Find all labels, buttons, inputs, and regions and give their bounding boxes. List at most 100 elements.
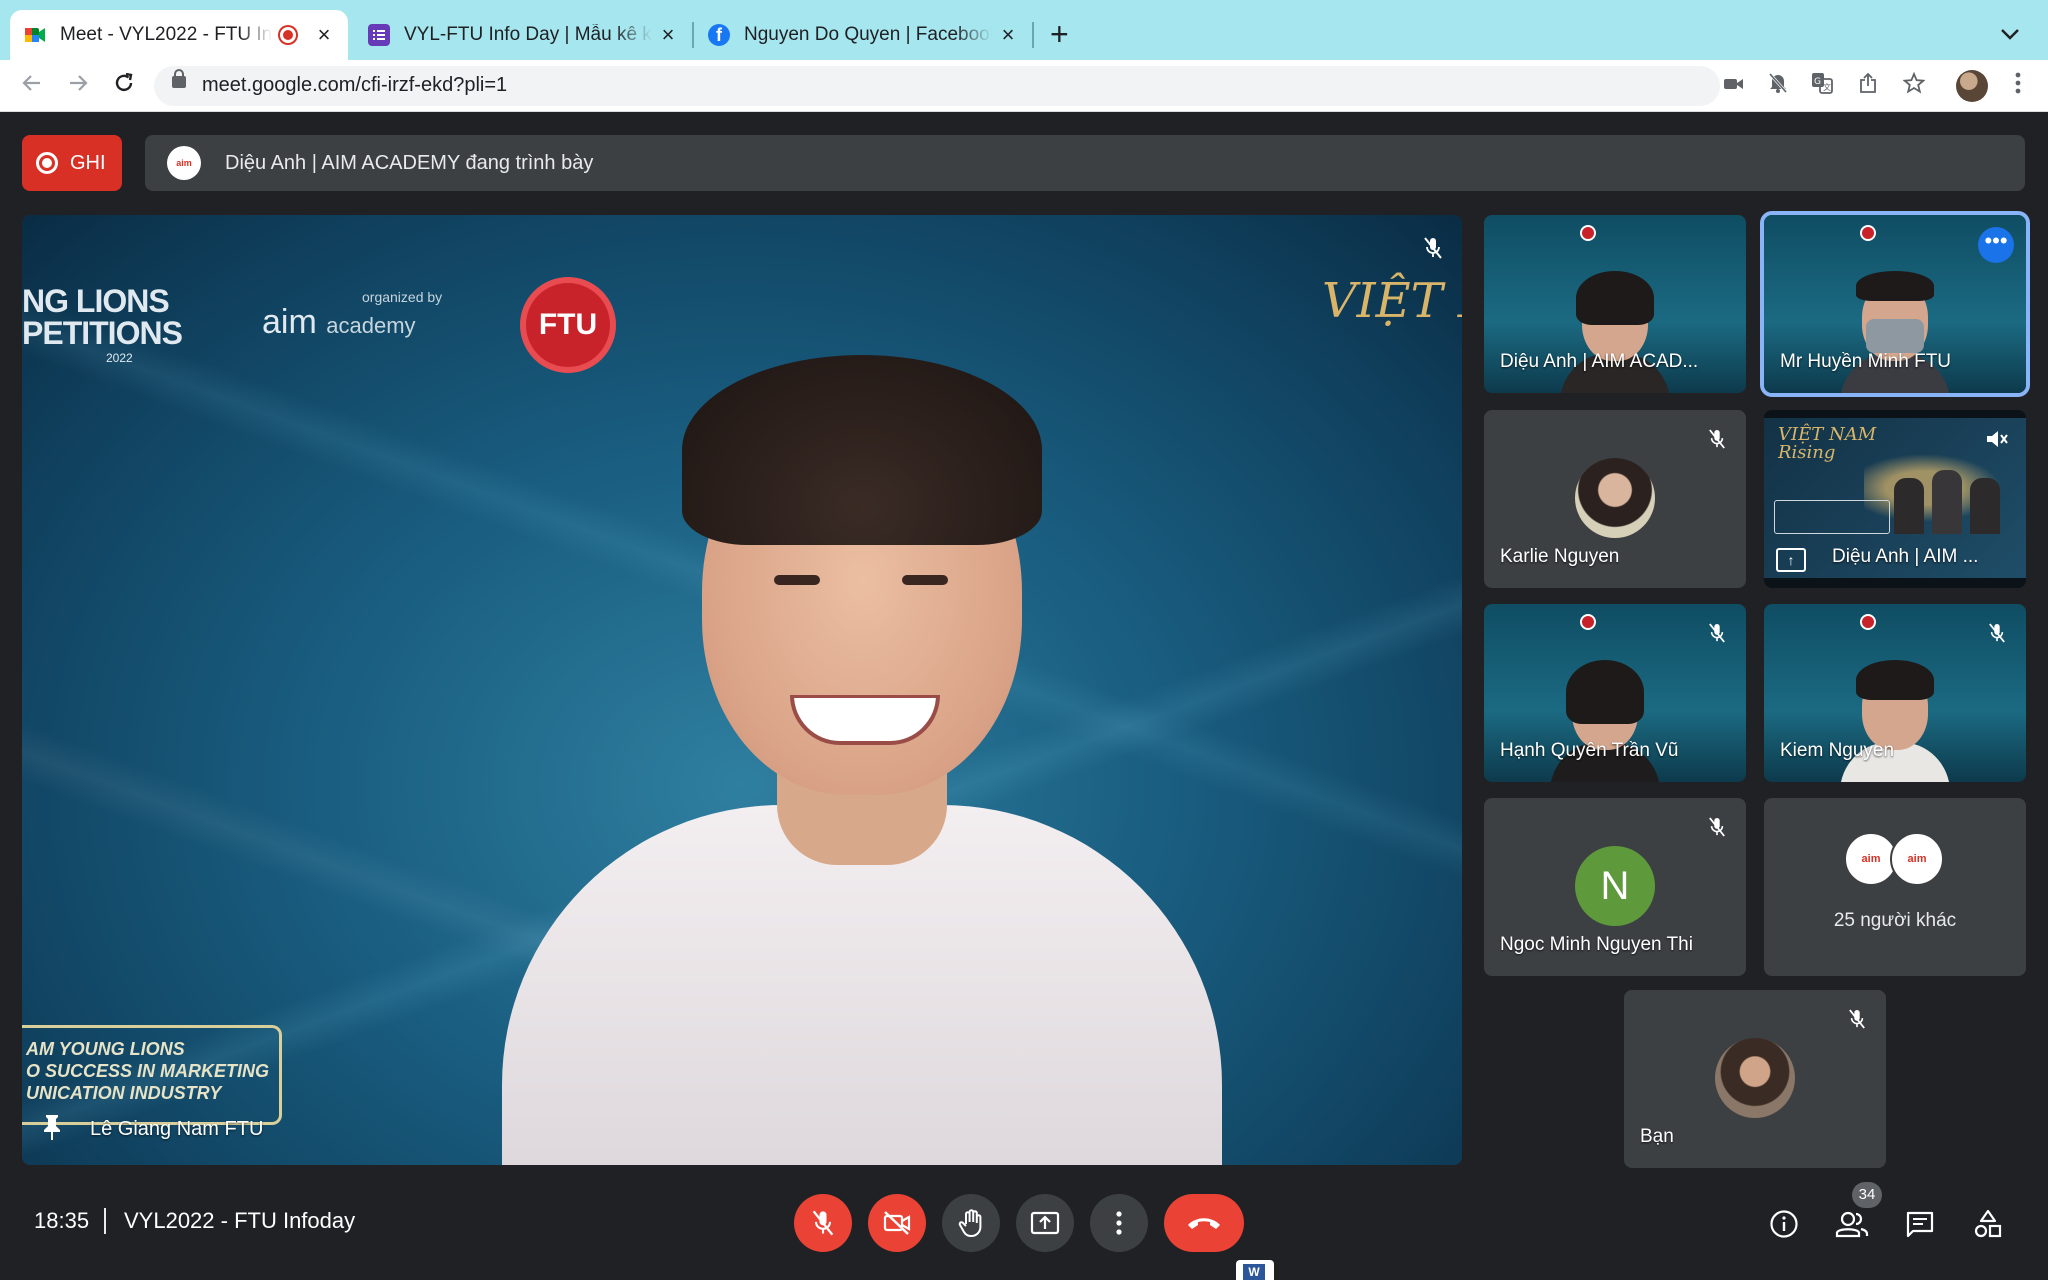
- mic-off-icon: [1702, 812, 1732, 842]
- lock-icon: [172, 69, 186, 88]
- info-icon: [1770, 1210, 1798, 1238]
- bg-aim-text: aim: [262, 303, 317, 341]
- close-tab-icon[interactable]: ×: [998, 22, 1018, 48]
- forward-button[interactable]: [62, 70, 94, 102]
- mic-off-icon: [1702, 618, 1732, 648]
- more-options-button[interactable]: [1090, 1194, 1148, 1252]
- participant-tile-mr-huyen-minh[interactable]: ••• Mr Huyền Minh FTU: [1764, 215, 2026, 393]
- more-vert-icon: [1116, 1211, 1122, 1235]
- participant-name: Ngoc Minh Nguyen Thi: [1500, 934, 1693, 955]
- bookmark-star-icon[interactable]: [1900, 71, 1928, 100]
- chat-button[interactable]: [1900, 1204, 1940, 1244]
- record-icon: [36, 152, 58, 174]
- speaker-photo: [1970, 478, 2000, 534]
- main-speaker-tile[interactable]: NG LIONS PETITIONS 2022 organized by aim…: [22, 215, 1462, 1165]
- divider: [104, 1208, 106, 1234]
- volume-off-icon: [1982, 424, 2012, 454]
- speaker-video-person: [502, 325, 1222, 1165]
- presenting-banner[interactable]: aim Diệu Anh | AIM ACADEMY đang trình bà…: [145, 135, 2025, 191]
- participant-tile-kiem-nguyen[interactable]: Kiem Nguyen: [1764, 604, 2026, 782]
- tab-facebook[interactable]: f Nguyen Do Quyen | Facebook ×: [694, 10, 1032, 60]
- screen-share-icon: ↑: [1776, 548, 1806, 572]
- hair: [1856, 660, 1934, 700]
- mic-off-icon: [1842, 1004, 1872, 1034]
- ftu-seal-logo: [1860, 614, 1876, 630]
- browser-menu-icon[interactable]: [2004, 72, 2032, 100]
- tile-background-strip: [1484, 215, 1746, 241]
- ftu-seal-logo: [1580, 225, 1596, 241]
- hair: [1576, 271, 1654, 325]
- activities-button[interactable]: [1968, 1204, 2008, 1244]
- present-screen-button[interactable]: [1016, 1194, 1074, 1252]
- browser-tab-strip: Meet - VYL2022 - FTU Infoday × VYL-FTU I…: [0, 0, 2048, 60]
- hand-icon: [958, 1209, 982, 1238]
- pin-icon[interactable]: [40, 1113, 64, 1141]
- tab-search-icon[interactable]: [2000, 20, 2020, 46]
- close-tab-icon[interactable]: ×: [658, 22, 678, 48]
- participant-name: Karlie Nguyen: [1500, 546, 1620, 567]
- people-icon: [1835, 1211, 1869, 1238]
- participant-tile-dieu-anh[interactable]: Diệu Anh | AIM ACAD...: [1484, 215, 1746, 393]
- main-speaker-name: Lê Giang Nam FTU: [90, 1118, 264, 1140]
- notifications-blocked-icon[interactable]: [1764, 72, 1792, 100]
- reload-button[interactable]: [108, 70, 140, 102]
- speaker-photo: [1932, 470, 1962, 534]
- new-tab-button[interactable]: +: [1050, 18, 1069, 50]
- meeting-details-button[interactable]: [1764, 1204, 1804, 1244]
- bg-young-lions-banner: AM YOUNG LIONS O SUCCESS IN MARKETING UN…: [22, 1025, 282, 1125]
- address-bar[interactable]: meet.google.com/cfi-irzf-ekd?pli=1 G文: [154, 66, 1926, 106]
- participant-initial-avatar: N: [1575, 846, 1655, 926]
- others-count-label: 25 người khác: [1833, 910, 1957, 931]
- hair: [1856, 271, 1934, 301]
- tab-separator: [1032, 22, 1034, 48]
- speaker-photo: [1894, 478, 1924, 534]
- ftu-seal-logo: [1580, 614, 1596, 630]
- participant-name: Bạn: [1640, 1126, 1674, 1147]
- share-page-icon[interactable]: [1854, 72, 1882, 100]
- tab-meet[interactable]: Meet - VYL2022 - FTU Infoday ×: [10, 10, 348, 60]
- facebook-icon: f: [708, 24, 730, 46]
- recording-badge[interactable]: GHI: [22, 135, 122, 191]
- people-count-badge: 34: [1852, 1182, 1882, 1208]
- back-button[interactable]: [16, 70, 48, 102]
- bg-aim-logo: aim academy: [262, 303, 416, 342]
- share-title-text: VIỆT NAM Rising: [1778, 424, 1877, 463]
- people-button[interactable]: [1832, 1204, 1872, 1244]
- recording-indicator-icon: [280, 27, 296, 43]
- raise-hand-button[interactable]: [942, 1194, 1000, 1252]
- mic-off-icon: [1702, 424, 1732, 454]
- close-tab-icon[interactable]: ×: [314, 22, 334, 48]
- translate-icon[interactable]: G文: [1808, 72, 1836, 100]
- tab-title: VYL-FTU Info Day | Mẫu kê khai: [404, 24, 652, 45]
- tab-forms[interactable]: VYL-FTU Info Day | Mẫu kê khai ×: [354, 10, 692, 60]
- camera-icon[interactable]: [1720, 72, 1748, 100]
- toggle-microphone-button[interactable]: [794, 1194, 852, 1252]
- participant-tile-screen-share[interactable]: VIỆT NAM Rising ↑ Diệu Anh | AIM ...: [1764, 410, 2026, 588]
- participant-tile-karlie-nguyen[interactable]: Karlie Nguyen: [1484, 410, 1746, 588]
- mic-off-icon: [812, 1210, 834, 1236]
- participant-tile-hanh-quyen[interactable]: Hạnh Quyên Trần Vũ: [1484, 604, 1746, 782]
- google-meet-icon: [24, 24, 46, 46]
- leave-call-button[interactable]: [1164, 1194, 1244, 1252]
- others-avatar-stack: aim aim: [1844, 832, 1954, 888]
- participant-name: Diệu Anh | AIM ACAD...: [1500, 351, 1699, 372]
- bg-academy-text: academy: [326, 313, 416, 338]
- eye: [902, 575, 948, 585]
- more-options-icon[interactable]: •••: [1978, 227, 2014, 263]
- self-avatar: [1715, 1038, 1795, 1118]
- participant-tile-ngoc-minh[interactable]: N Ngoc Minh Nguyen Thi: [1484, 798, 1746, 976]
- svg-text:G: G: [1814, 77, 1821, 87]
- participant-tile-others[interactable]: aim aim 25 người khác: [1764, 798, 2026, 976]
- profile-avatar[interactable]: [1956, 70, 1988, 102]
- ftu-seal-logo: [1860, 225, 1876, 241]
- info-box: [1774, 500, 1890, 534]
- presenter-avatar: aim: [167, 146, 201, 180]
- face-mask: [1866, 319, 1924, 353]
- toggle-camera-button[interactable]: [868, 1194, 926, 1252]
- participant-avatar: [1575, 458, 1655, 538]
- participant-tile-self[interactable]: Bạn: [1624, 990, 1886, 1168]
- hang-up-icon: [1188, 1218, 1220, 1229]
- mic-off-icon: [1982, 618, 2012, 648]
- bg-vietnam-rising-text: VIỆT N: [1322, 273, 1462, 329]
- word-dock-icon[interactable]: [1236, 1260, 1274, 1280]
